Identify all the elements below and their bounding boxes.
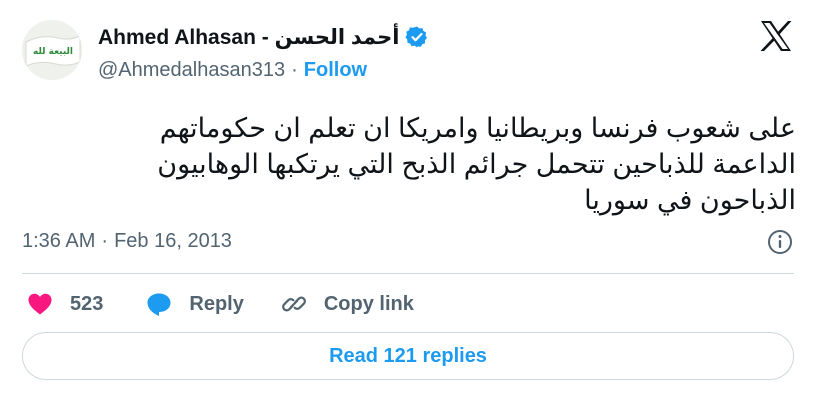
like-button[interactable]: 523: [26, 290, 103, 318]
action-bar: 523 Reply Copy link: [26, 288, 414, 320]
verified-badge-icon: [405, 25, 429, 49]
separator-dot: ·: [291, 58, 298, 81]
read-replies-button[interactable]: Read 121 replies: [22, 332, 794, 380]
divider: [22, 273, 794, 274]
speech-bubble-icon: [145, 290, 173, 318]
link-icon: [280, 290, 308, 318]
tweet-card: البيعة لله Ahmed Alhasan - أحمد الحسن @A…: [0, 0, 816, 400]
timestamp-row: 1:36 AM · Feb 16, 2013: [22, 230, 232, 253]
heart-icon: [26, 290, 54, 318]
info-icon[interactable]: [766, 228, 794, 256]
name-row: Ahmed Alhasan - أحمد الحسن: [98, 22, 429, 52]
display-name[interactable]: Ahmed Alhasan - أحمد الحسن: [98, 25, 399, 50]
like-count: 523: [70, 292, 104, 315]
x-logo-icon[interactable]: [758, 20, 794, 52]
timestamp-separator: ·: [101, 230, 109, 252]
follow-button[interactable]: Follow: [304, 59, 367, 82]
read-replies-label: Read 121 replies: [329, 344, 487, 367]
avatar-banner-text: البيعة لله: [33, 47, 73, 57]
handle[interactable]: @Ahmedalhasan313: [98, 59, 285, 82]
tweet-time[interactable]: 1:36 AM: [22, 230, 95, 253]
reply-button[interactable]: Reply: [145, 290, 244, 318]
reply-label: Reply: [189, 292, 244, 315]
copy-link-label: Copy link: [323, 292, 414, 315]
avatar-flag-image: البيعة لله: [22, 20, 82, 80]
copy-link-button[interactable]: Copy link: [280, 290, 414, 318]
tweet-date[interactable]: Feb 16, 2013: [114, 230, 232, 253]
tweet-header: Ahmed Alhasan - أحمد الحسن @Ahmedalhasan…: [98, 22, 429, 84]
handle-row: @Ahmedalhasan313 · Follow: [98, 56, 429, 84]
tweet-text: على شعوب فرنسا وبريطانيا وامريكا ان تعلم…: [157, 113, 796, 215]
avatar[interactable]: البيعة لله: [22, 20, 82, 80]
